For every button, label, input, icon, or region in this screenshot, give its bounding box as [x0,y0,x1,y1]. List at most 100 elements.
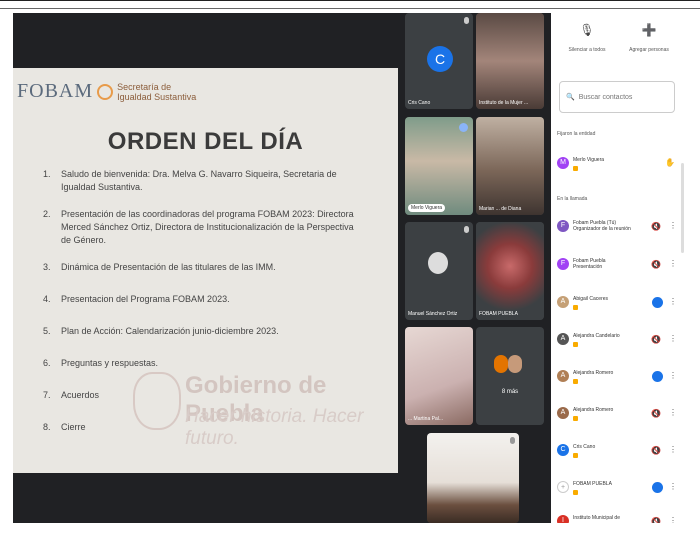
top-border-inner [0,8,700,9]
participant-tile[interactable]: C Cris Cano [405,13,473,109]
mic-off-icon[interactable]: 🔇 [651,222,661,231]
slide-title: ORDEN DEL DÍA [107,128,304,155]
search-input[interactable]: 🔍 Buscar contactos [559,81,675,113]
participant-name: Cris Cano [408,100,431,106]
people-panel: 🎙 Silenciar a todos ➕ Agregar personas 🔍… [551,13,685,523]
mic-icon [510,437,515,444]
agenda-item: 6. Preguntas y respuestas. [43,358,159,368]
speaking-indicator-icon[interactable] [652,482,663,493]
agenda-item: 5. Plan de Acción: Calendarización junio-… [43,326,279,336]
list-item[interactable]: A Alejandra Romero 🔇 ⋮ [557,403,681,427]
host-badge-icon [573,416,578,421]
person-name: Merlo Viguera [573,157,605,163]
participant-name: Marian ... de Diana [479,206,522,212]
host-badge-icon [573,453,578,458]
self-view-tile[interactable] [427,433,519,523]
person-name: Alejandra Romero [573,370,614,376]
more-options-icon[interactable]: ⋮ [669,516,677,523]
list-item[interactable]: I Instituto Municipal de 🔇 ⋮ [557,511,681,523]
gobierno-puebla-watermark: Gobierno de Puebla Hacer historia. Hacer… [133,372,393,462]
list-item[interactable]: A Alejandra Romero ⋮ [557,366,681,390]
participant-name: FOBAM PUEBLA [479,311,518,317]
participant-video [476,117,544,215]
logo-subtitle: Secretaría de Igualdad Sustantiva [117,81,197,102]
agenda-item: 2. Presentación de las coordinadoras del … [43,209,354,245]
more-options-icon[interactable]: ⋮ [669,297,677,306]
avatar: + [557,481,569,493]
participant-tile[interactable]: Manuel Sánchez Ortiz [405,222,473,320]
person-name: Instituto Municipal de [573,515,620,521]
mic-off-icon [464,17,469,24]
participant-name: Instituto de la Mujer ... [479,100,529,106]
more-options-icon[interactable]: ⋮ [669,334,677,343]
mic-off-icon: 🎙 [579,23,595,37]
speaking-indicator-icon[interactable] [652,297,663,308]
participant-tile[interactable]: ... Martina Pal... [405,327,473,425]
host-badge-icon [573,490,578,495]
mic-off-icon[interactable]: 🔇 [651,335,661,344]
pinned-person[interactable]: M Merlo Viguera ✋ [557,153,681,177]
add-person-icon: ➕ [641,23,657,37]
watermark-line2: Hacer historia. Hacer futuro. [185,406,364,449]
more-options-icon[interactable]: ⋮ [669,482,677,491]
scrollbar[interactable] [681,163,684,253]
mic-off-icon[interactable]: 🔇 [651,260,661,269]
avatar: A [557,407,569,419]
participant-tile[interactable]: Instituto de la Mujer ... [476,13,544,109]
list-item[interactable]: F Fobam Puebla (Tú) Organizador de la re… [557,216,681,240]
speaking-indicator-icon [459,123,468,132]
person-name: Fobam Puebla Presentación [573,258,606,270]
person-name: Alejandra Candelario [573,333,620,339]
top-border [0,0,700,1]
mic-off-icon[interactable]: 🔇 [651,446,661,455]
speaking-indicator-icon[interactable] [652,371,663,382]
avatar [428,252,448,274]
agenda-item: 3. Dinámica de Presentación de las titula… [43,262,276,272]
more-options-icon[interactable]: ⋮ [669,408,677,417]
more-options-icon[interactable]: ⋮ [669,445,677,454]
avatar: C [557,444,569,456]
participant-video [405,327,473,425]
participant-name: Merlo Viguera [408,204,446,212]
avatar [508,355,522,373]
more-options-icon[interactable]: ⋮ [669,259,677,268]
mic-off-icon[interactable]: 🔇 [651,517,661,523]
mute-all-button[interactable]: 🎙 Silenciar a todos [557,23,617,53]
meet-window: FOBAM Secretaría de Igualdad Sustantiva … [13,13,685,523]
more-options-icon[interactable]: ⋮ [669,371,677,380]
person-name: Abigail Caceres [573,296,609,302]
list-item[interactable]: F Fobam Puebla Presentación 🔇 ⋮ [557,254,681,278]
participant-tile[interactable]: Merlo Viguera [405,117,473,215]
logo-text: FOBAM [17,80,94,102]
avatar: F [557,220,569,232]
host-badge-icon [573,166,578,171]
host-badge-icon [573,379,578,384]
host-badge-icon [573,305,578,310]
person-name: FOBAM PUEBLA [573,481,612,487]
list-item[interactable]: A Abigail Caceres ⋮ [557,292,681,316]
section-in-call: En la llamada [557,196,588,202]
host-badge-icon [573,342,578,347]
person-name: Fobam Puebla (Tú) Organizador de la reun… [573,220,631,232]
mic-off-icon[interactable]: 🔇 [651,409,661,418]
list-item[interactable]: C Cris Cano 🔇 ⋮ [557,440,681,464]
hand-icon[interactable]: ✋ [665,158,675,167]
avatar: M [557,157,569,169]
participant-name: ... Martina Pal... [408,416,444,422]
add-people-button[interactable]: ➕ Agregar personas [619,23,679,53]
more-options-icon[interactable]: ⋮ [669,221,677,230]
search-icon: 🔍 [566,94,575,101]
more-count: 8 más [501,389,519,395]
participant-tile[interactable]: FOBAM PUEBLA [476,222,544,320]
person-name: Alejandra Romero [573,407,614,413]
logo-emblem-icon [97,83,114,100]
avatar: A [557,296,569,308]
participant-name: Manuel Sánchez Ortiz [408,311,458,317]
list-item[interactable]: + FOBAM PUEBLA ⋮ [557,477,681,501]
avatar: I [557,515,569,523]
list-item[interactable]: A Alejandra Candelario 🔇 ⋮ [557,329,681,353]
agenda-item: 1. Saludo de bienvenida: Dra. Melva G. Na… [43,169,337,192]
more-participants-tile[interactable]: 8 más [476,327,544,425]
search-placeholder: Buscar contactos [578,93,633,101]
participant-tile[interactable]: Marian ... de Diana [476,117,544,215]
